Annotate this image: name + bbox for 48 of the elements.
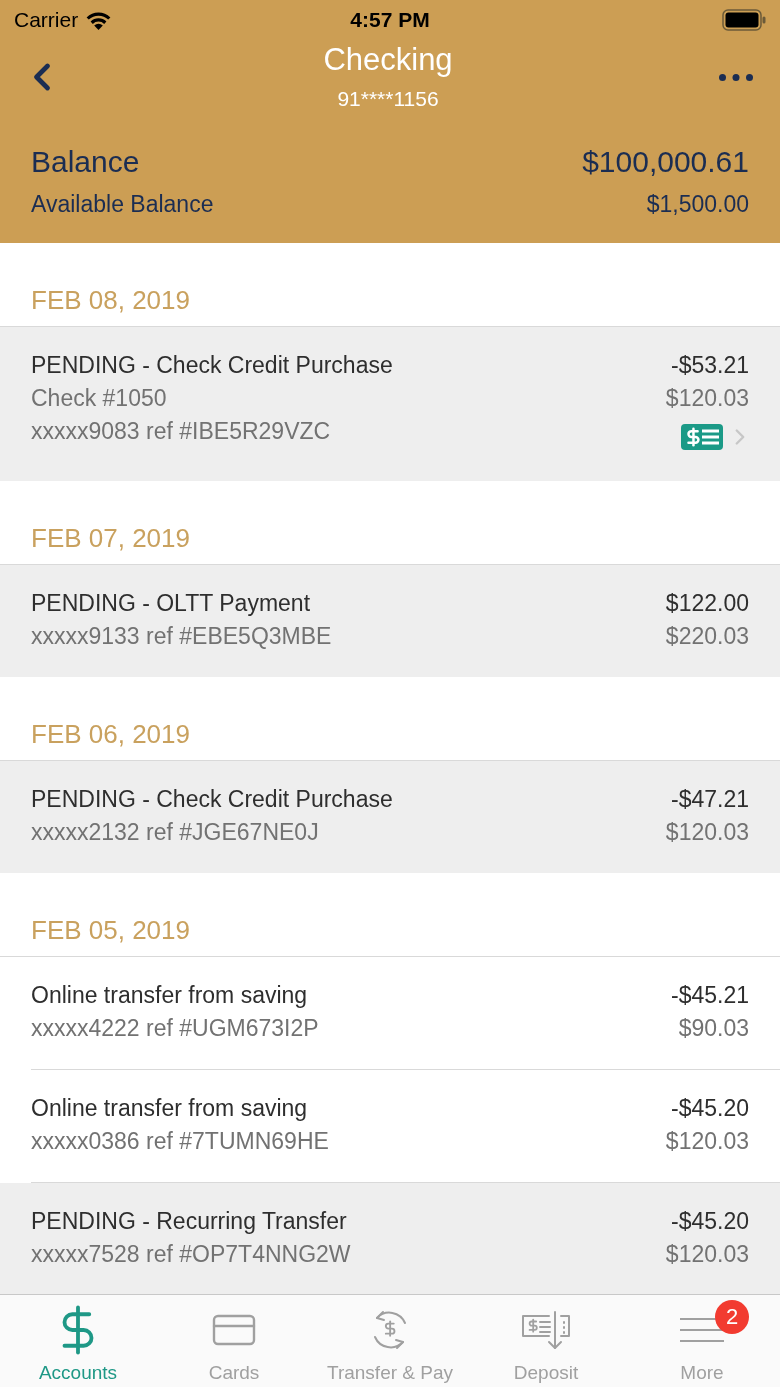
running-balance: $220.03 [665,622,749,651]
carrier-name: Carrier [14,7,79,34]
balance-amount: $100,000.61 [582,144,749,180]
running-balance: $120.03 [665,1240,749,1269]
menu-icon [679,1315,725,1345]
transaction-detail: xxxxx9133 ref #EBE5Q3MBE [31,622,332,651]
transaction-description: Online transfer from saving [31,1094,309,1123]
transaction-description: PENDING - Recurring Transfer [31,1207,348,1236]
running-balance: $120.03 [665,1127,749,1156]
date-header: FEB 06, 2019 [31,719,190,749]
transaction-amount: $122.00 [665,589,749,618]
account-number: 91****1156 [337,86,439,112]
battery-icon [722,9,766,31]
transaction-detail: xxxxx2132 ref #JGE67NE0J [31,818,320,847]
wifi-icon [85,10,113,30]
date-header: FEB 08, 2019 [31,285,190,315]
transaction-amount: -$53.21 [671,351,749,380]
running-balance: $120.03 [665,818,749,847]
transaction-description: PENDING - Check Credit Purchase [31,351,393,380]
running-balance: $120.03 [665,384,749,413]
balance-amount: $1,500.00 [646,190,749,219]
transaction-description: PENDING - OLTT Payment [31,589,312,618]
transaction-row[interactable]: PENDING - Check Credit Purchase Check #1050 xxxxx9083 ref #IBE5R29VZC -$53.21 $120.03 [0,327,780,481]
transaction-row[interactable]: PENDING - Recurring Transfer xxxxx7528 ref #OP7T4NNG2W -$45.20 $120.03 [0,1183,780,1294]
status-time: 4:57 PM [350,7,430,34]
transaction-amount: -$45.20 [671,1207,749,1236]
transaction-detail: xxxxx4222 ref #UGM673I2P [31,1014,319,1043]
transaction-row[interactable]: PENDING - Check Credit Purchase xxxxx2132 ref #JGE67NE0J -$47.21 $120.03 [0,761,780,873]
transaction-amount: -$47.21 [671,785,749,814]
notification-badge: 2 [715,1300,749,1334]
ellipsis-icon [719,73,753,81]
transaction-amount: -$45.21 [671,981,749,1010]
cheque-deposit-icon [521,1308,571,1352]
date-header: FEB 05, 2019 [31,915,190,945]
running-balance: $90.03 [678,1014,749,1043]
transaction-detail: xxxxx0386 ref #7TUMN69HE [31,1127,329,1156]
tab-button[interactable]: More 2 [624,1295,780,1387]
transaction-row[interactable]: PENDING - OLTT Payment xxxxx9133 ref #EBE5Q3MBE $122.00 $220.03 [0,565,780,677]
transaction-amount: -$45.20 [671,1094,749,1123]
transaction-description: Online transfer from saving [31,981,309,1010]
transaction-description: PENDING - Check Credit Purchase [31,785,393,814]
transaction-detail: Check #1050 [31,384,168,413]
date-header: FEB 07, 2019 [31,523,190,553]
transaction-detail: xxxxx7528 ref #OP7T4NNG2W [31,1240,351,1269]
transaction-detail: xxxxx9083 ref #IBE5R29VZC [31,417,332,446]
balance-label: Balance [31,144,140,180]
nav-title: Checking [323,42,453,78]
balance-label: Available Balance [31,190,214,219]
